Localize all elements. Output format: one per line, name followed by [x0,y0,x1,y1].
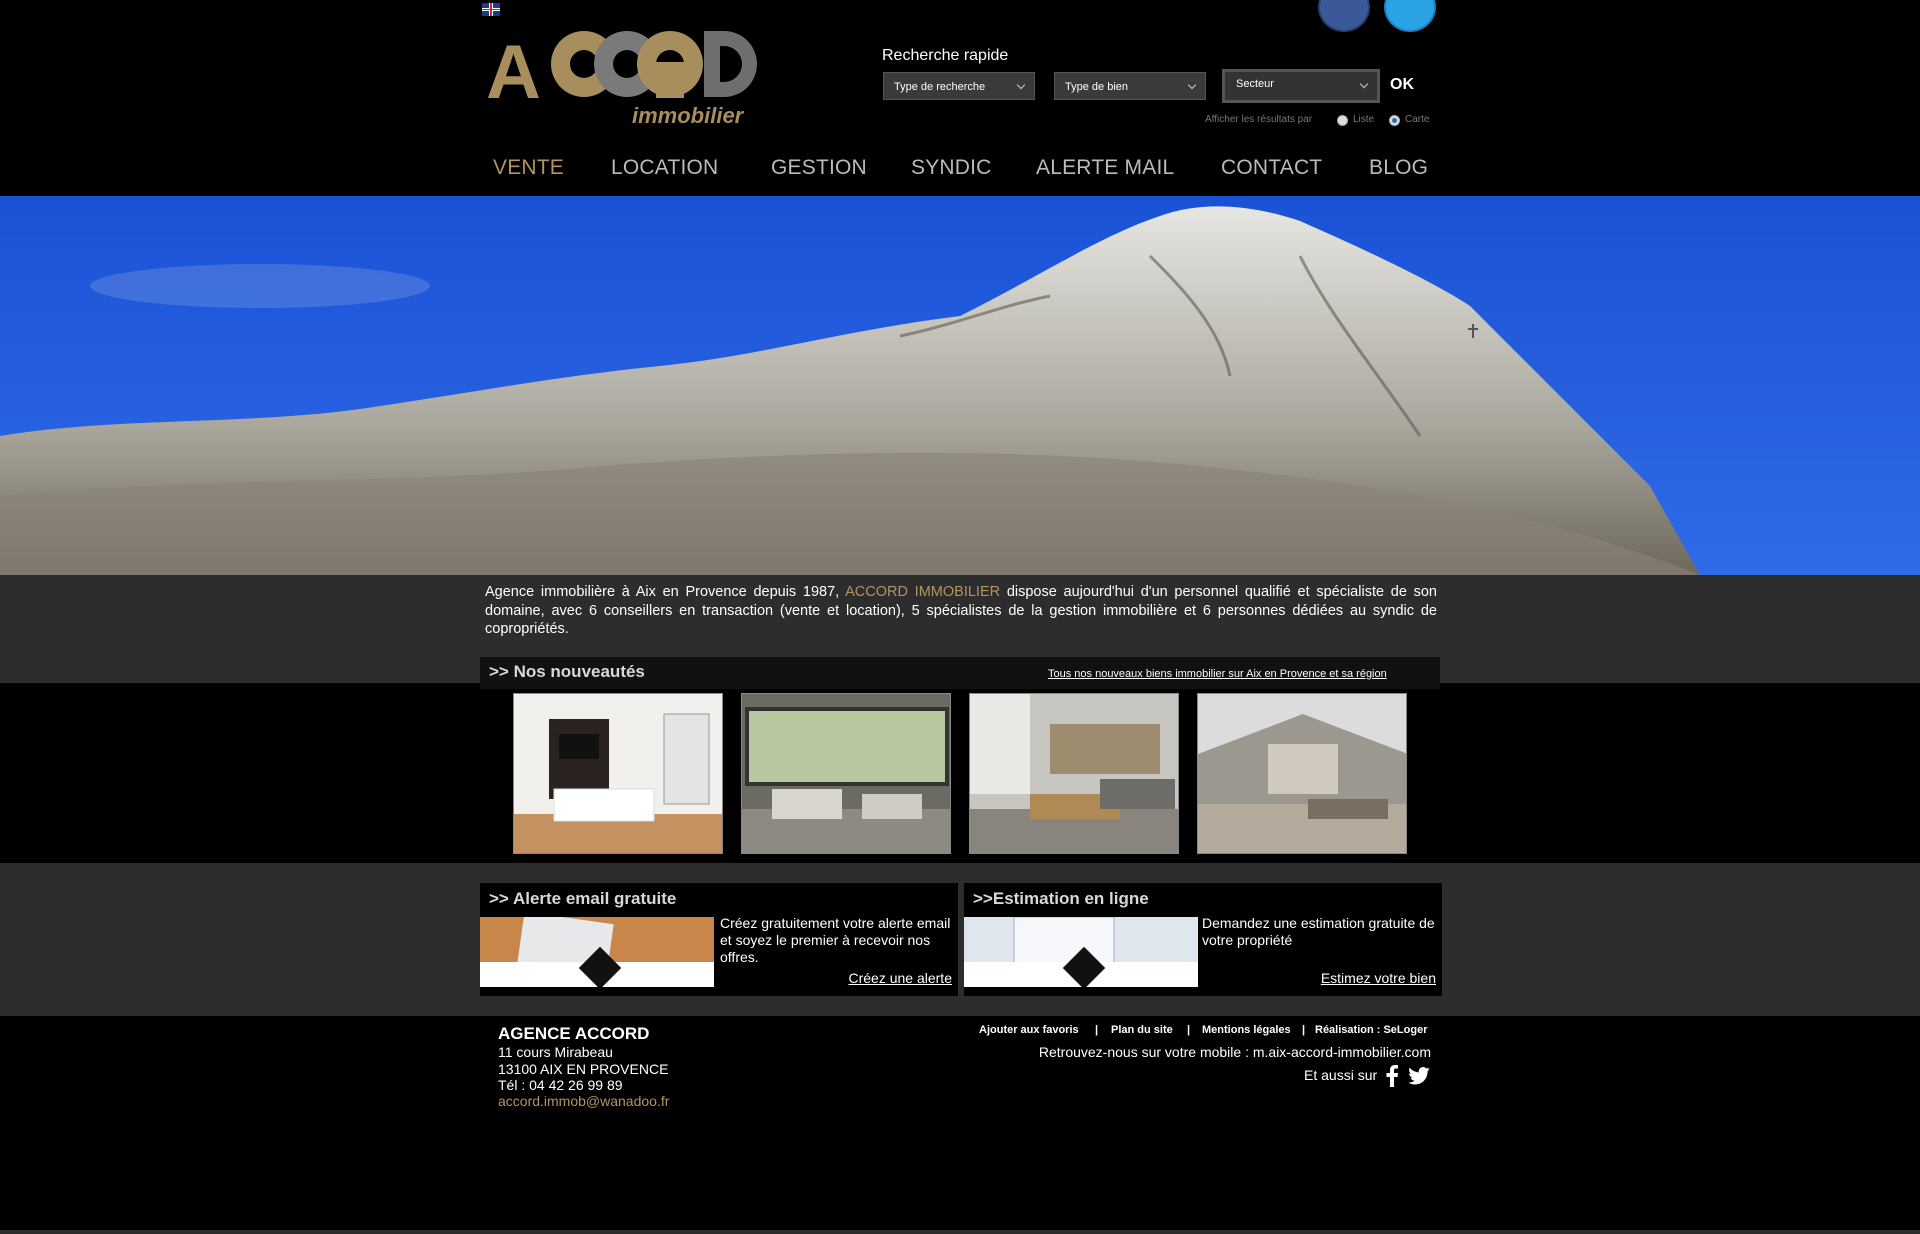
email-alert-text: Créez gratuitement votre alerte email et… [720,915,951,965]
footer-agency-name: AGENCE ACCORD [498,1024,650,1043]
intro-text: Agence immobilière à Aix en Provence dep… [485,583,1437,639]
footer-separator: | [1302,1024,1306,1036]
footer-aussi-label: Et aussi sur [1304,1067,1378,1083]
widgets-section [0,863,1920,1016]
search-type-select[interactable]: Type de recherche [883,72,1035,100]
estimation-box: >>Estimation en ligne Demandez une estim… [964,883,1442,996]
news-thumb-4[interactable] [1197,693,1407,854]
estimation-text: Demandez une estimation gratuite de votr… [1202,915,1435,948]
site-header: A immobilier Recherche rapide Type de re… [0,0,1920,196]
hero-banner [0,196,1920,575]
news-all-link[interactable]: Tous nos nouveaux biens immobilier sur A… [1048,668,1387,680]
radio-liste-label: Liste [1353,114,1375,125]
mountain-image [0,196,1920,575]
search-ok-button[interactable]: OK [1390,76,1414,94]
tablet-photo [964,917,1198,987]
nav-syndic[interactable]: SYNDIC [911,156,992,180]
footer-email-link[interactable]: accord.immob@wanadoo.fr [498,1093,669,1109]
footer-street: 11 cours Mirabeau [498,1044,613,1060]
facebook-icon[interactable] [1385,1065,1399,1087]
property-photo [1198,694,1406,853]
radio-carte[interactable] [1389,115,1400,126]
twitter-icon[interactable] [1384,0,1436,32]
estimate-link[interactable]: Estimez votre bien [1321,970,1436,986]
svg-text:A: A [486,30,539,115]
display-results-label: Afficher les résultats par [1205,114,1313,125]
property-photo [742,694,950,853]
site-footer [0,1016,1920,1234]
news-thumb-3[interactable] [969,693,1179,854]
property-type-select[interactable]: Type de bien [1054,72,1206,100]
nav-vente[interactable]: VENTE [493,156,564,180]
footer-link-favoris[interactable]: Ajouter aux favoris [979,1024,1079,1036]
nav-contact[interactable]: CONTACT [1221,156,1322,180]
phone-photo [480,917,714,987]
estimation-title: >>Estimation en ligne [973,889,1149,908]
intro-text-part: Agence immobilière à Aix en Provence dep… [485,584,846,600]
footer-city: 13100 AIX EN PROVENCE [498,1061,669,1077]
email-alert-title: >> Alerte email gratuite [489,889,677,908]
footer-link-realisation[interactable]: Réalisation : SeLoger [1315,1024,1427,1036]
email-alert-box: >> Alerte email gratuite Créez gratuitem… [480,883,958,996]
sector-select[interactable]: Secteur [1222,69,1380,103]
create-alert-link[interactable]: Créez une alerte [848,970,952,986]
nav-blog[interactable]: BLOG [1369,156,1428,180]
estimation-image [964,917,1198,987]
radio-liste[interactable] [1337,115,1348,126]
footer-link-plan[interactable]: Plan du site [1111,1024,1173,1036]
property-photo [970,694,1178,853]
intro-brand: ACCORD IMMOBILIER [845,584,1001,600]
nav-alerte-mail[interactable]: ALERTE MAIL [1036,156,1174,180]
footer-link-mentions[interactable]: Mentions légales [1202,1024,1291,1036]
property-photo [514,694,722,853]
news-thumb-2[interactable] [741,693,951,854]
facebook-icon[interactable] [1318,0,1370,32]
nav-location[interactable]: LOCATION [611,156,718,180]
nav-gestion[interactable]: GESTION [771,156,867,180]
footer-separator: | [1187,1024,1191,1036]
email-alert-image [480,917,714,987]
footer-separator: | [1095,1024,1099,1036]
uk-flag-icon[interactable] [482,3,500,16]
accord-logo[interactable]: A immobilier [484,18,784,130]
svg-text:immobilier: immobilier [632,103,745,128]
radio-carte-label: Carte [1405,114,1430,125]
footer-mobile-text: Retrouvez-nous sur votre mobile : m.aix-… [1038,1044,1431,1060]
news-section [0,657,1920,863]
news-title: >> Nos nouveautés [489,662,645,681]
news-thumb-1[interactable] [513,693,723,854]
quick-search-title: Recherche rapide [882,47,1009,64]
twitter-icon[interactable] [1408,1067,1430,1085]
footer-phone: Tél : 04 42 26 99 89 [498,1077,623,1093]
